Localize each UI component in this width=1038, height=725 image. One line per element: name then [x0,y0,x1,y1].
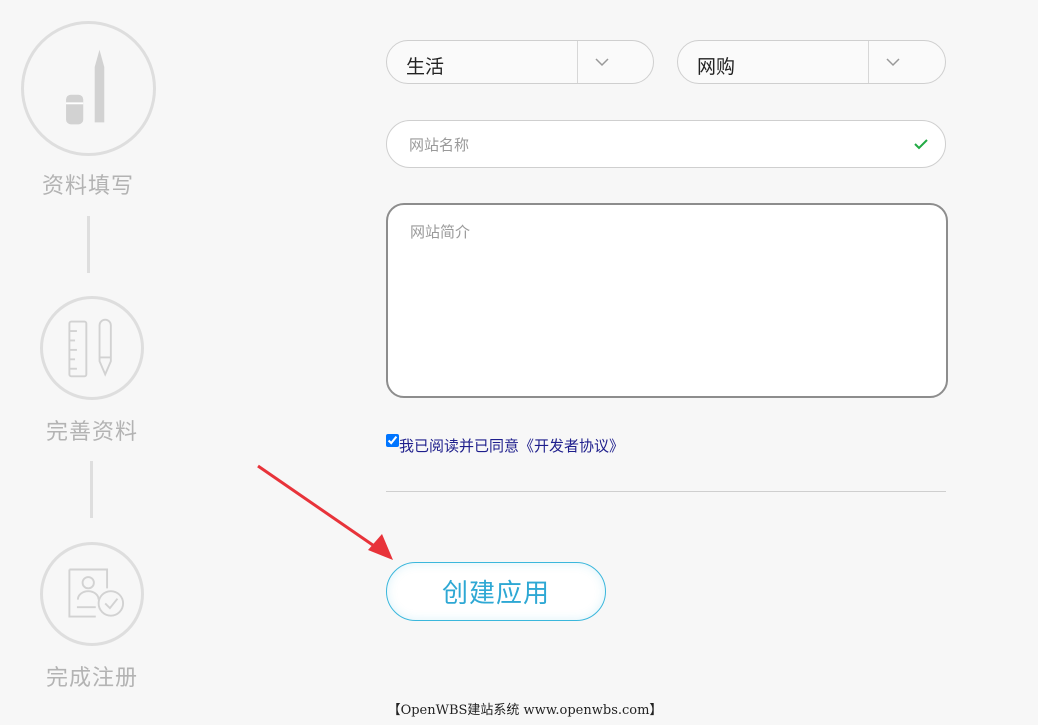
step-connector [87,216,90,273]
category-select-secondary[interactable]: 网购 [677,40,946,84]
site-intro-textarea[interactable] [408,219,927,388]
developer-agreement-link[interactable]: 我已阅读并已同意《开发者协议》 [399,435,624,456]
step-1-label: 资料填写 [41,174,134,199]
select-divider [868,41,869,83]
pen-icon [66,49,105,125]
site-name-input[interactable] [407,121,891,169]
check-icon [914,139,928,150]
step-3-label: 完成注册 [45,666,138,691]
footer-copyright: 【OpenWBS建站系统 www.openwbs.com】 [0,699,1038,718]
step-2-circle [40,296,144,400]
category-select-value: 网购 [697,56,736,78]
create-app-button[interactable]: 创建应用 [386,562,606,621]
step-1-circle [21,21,156,156]
chevron-down-icon[interactable] [885,55,901,69]
divider [386,491,946,492]
annotation-arrow-icon [257,464,393,560]
category-select-primary[interactable]: 生活 [386,40,654,84]
footer-text: 【OpenWBS建站系统 www.openwbs.com】 [387,703,663,718]
site-intro-field-wrapper [386,203,948,398]
site-name-field-wrapper [386,120,946,169]
step-2-label: 完善资料 [45,420,138,445]
select-divider [577,41,578,83]
agreement-checkbox[interactable] [386,434,399,447]
id-card-check-icon [68,568,125,618]
chevron-down-icon[interactable] [594,55,610,69]
step-3-circle [40,542,144,646]
ruler-pen-icon [68,318,112,378]
category-select-value: 生活 [406,56,445,78]
step-connector [90,461,93,518]
